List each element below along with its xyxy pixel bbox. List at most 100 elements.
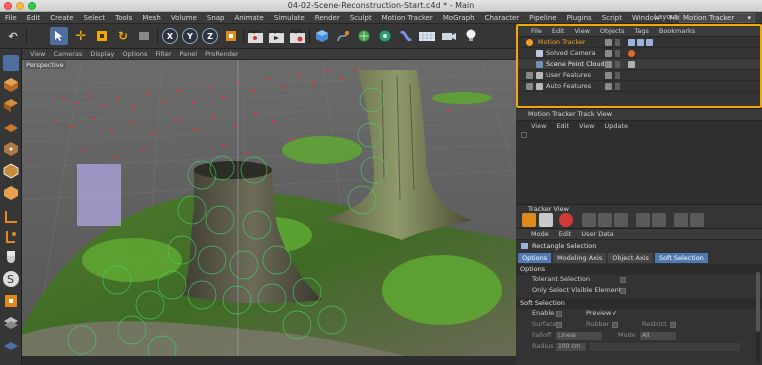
grid-snap-icon[interactable] [3,337,19,353]
am-menu-mode[interactable]: Mode [526,230,554,238]
render-to-picture-viewer-icon[interactable] [267,27,285,45]
om-menu-bookmarks[interactable]: Bookmarks [654,27,700,35]
make-editable-icon[interactable] [3,55,19,71]
enable-axis-icon[interactable] [3,293,19,309]
menu-mograph[interactable]: MoGraph [438,14,480,22]
step-forward-icon[interactable] [598,213,612,227]
tab-soft-selection[interactable]: Soft Selection [654,252,708,263]
menu-select[interactable]: Select [79,14,111,22]
undo-icon[interactable]: ↶ [4,27,22,45]
subdivision-surface-icon[interactable] [355,27,373,45]
menu-character[interactable]: Character [480,14,525,22]
viewport-menu-filter[interactable]: Filter [151,50,175,58]
enable-checkbox[interactable] [556,311,562,317]
track-all-icon[interactable] [652,213,666,227]
array-icon[interactable] [376,27,394,45]
live-selection-icon[interactable] [50,27,68,45]
viewport-menu-view[interactable]: View [26,50,49,58]
keyframe-prev-icon[interactable] [674,213,688,227]
visibility-toggle[interactable] [605,61,612,68]
menu-snap[interactable]: Snap [202,14,230,22]
track-forward-icon[interactable] [636,213,650,227]
am-menu-edit[interactable]: Edit [554,230,577,238]
step-back-icon[interactable] [582,213,596,227]
menu-edit[interactable]: Edit [22,14,46,22]
radius-field[interactable]: 100 cm [556,343,586,351]
attribute-scrollbar[interactable] [756,268,760,363]
tv-menu-view[interactable]: View [526,122,551,130]
menu-create[interactable]: Create [45,14,78,22]
stack-icon[interactable] [3,315,19,331]
workplane-mode-icon[interactable] [3,119,19,135]
surface-checkbox[interactable] [556,322,562,328]
tv-menu-update[interactable]: Update [599,122,633,130]
menu-script[interactable]: Script [597,14,627,22]
tab-object-axis[interactable]: Object Axis [608,252,653,263]
expand-icon[interactable] [526,72,533,79]
menu-simulate[interactable]: Simulate [269,14,310,22]
tweak-mode-icon[interactable] [3,229,19,245]
visibility-toggle[interactable] [605,39,612,46]
menu-pipeline[interactable]: Pipeline [524,14,561,22]
tab-modeling-axis[interactable]: Modeling Axis [553,252,607,263]
model-mode-icon[interactable] [3,77,19,93]
om-menu-file[interactable]: File [526,27,547,35]
object-row-user-features[interactable]: User Features [518,70,760,81]
solo-icon[interactable]: S [3,271,19,287]
viewport-menu-cameras[interactable]: Cameras [49,50,86,58]
restrict-checkbox[interactable] [670,322,676,328]
render-view-icon[interactable] [246,27,264,45]
snapping-icon[interactable] [3,249,19,265]
scrollbar-thumb[interactable] [756,272,760,332]
menu-mesh[interactable]: Mesh [137,14,165,22]
scale-icon[interactable] [93,27,111,45]
points-mode-icon[interactable] [3,141,19,157]
move-icon[interactable]: ✛ [72,27,90,45]
visibility-toggle[interactable] [605,72,612,79]
viewport-menu-panel[interactable]: Panel [176,50,202,58]
texture-mode-icon[interactable] [3,97,19,113]
edges-mode-icon[interactable] [3,163,19,179]
menu-plugins[interactable]: Plugins [562,14,597,22]
deformer-icon[interactable] [397,27,415,45]
rubber-checkbox[interactable] [612,322,618,328]
tv-menu-edit[interactable]: Edit [551,122,574,130]
pen-spline-icon[interactable] [334,27,352,45]
z-axis-lock-button[interactable]: Z [202,28,218,44]
falloff-select[interactable]: Linear [556,332,602,340]
object-row-scene-point-cloud[interactable]: Scene Point Cloud [518,59,760,70]
menu-volume[interactable]: Volume [166,14,202,22]
camera-icon[interactable] [440,27,458,45]
viewport-menu-options[interactable]: Options [118,50,151,58]
polygons-mode-icon[interactable] [3,185,19,201]
layout-select[interactable]: Motion Tracker ▾ [679,13,755,23]
keyframe-next-icon[interactable] [690,213,704,227]
visibility-toggle[interactable] [605,50,612,57]
visibility-toggle[interactable] [605,83,612,90]
viewport-menu-display[interactable]: Display [86,50,118,58]
menu-render[interactable]: Render [310,14,345,22]
y-axis-lock-button[interactable]: Y [182,28,198,44]
light-icon[interactable] [462,27,480,45]
play-icon[interactable] [522,213,536,227]
om-menu-objects[interactable]: Objects [595,27,630,35]
tab-options[interactable]: Options [518,252,552,263]
cube-primitive-icon[interactable] [313,27,331,45]
only-visible-checkbox[interactable] [620,288,626,294]
recent-tools-icon[interactable] [135,27,153,45]
tag-icon[interactable] [628,39,635,46]
coordinate-system-icon[interactable] [222,27,240,45]
object-row-solved-camera[interactable]: Solved Camera [518,48,760,59]
camera-tag-icon[interactable] [628,50,635,57]
menu-file[interactable]: File [0,14,22,22]
menu-sculpt[interactable]: Sculpt [345,14,377,22]
rotate-icon[interactable]: ↻ [114,27,132,45]
mode-select[interactable]: All [640,332,676,340]
menu-motion-tracker[interactable]: Motion Tracker [377,14,438,22]
tolerant-selection-checkbox[interactable] [620,277,626,283]
track-view-checkbox[interactable] [521,132,527,138]
object-row-auto-features[interactable]: Auto Features [518,81,760,92]
x-axis-lock-button[interactable]: X [162,28,178,44]
preview-check-icon[interactable]: ✓ [612,309,617,317]
point-tag-icon[interactable] [628,61,635,68]
